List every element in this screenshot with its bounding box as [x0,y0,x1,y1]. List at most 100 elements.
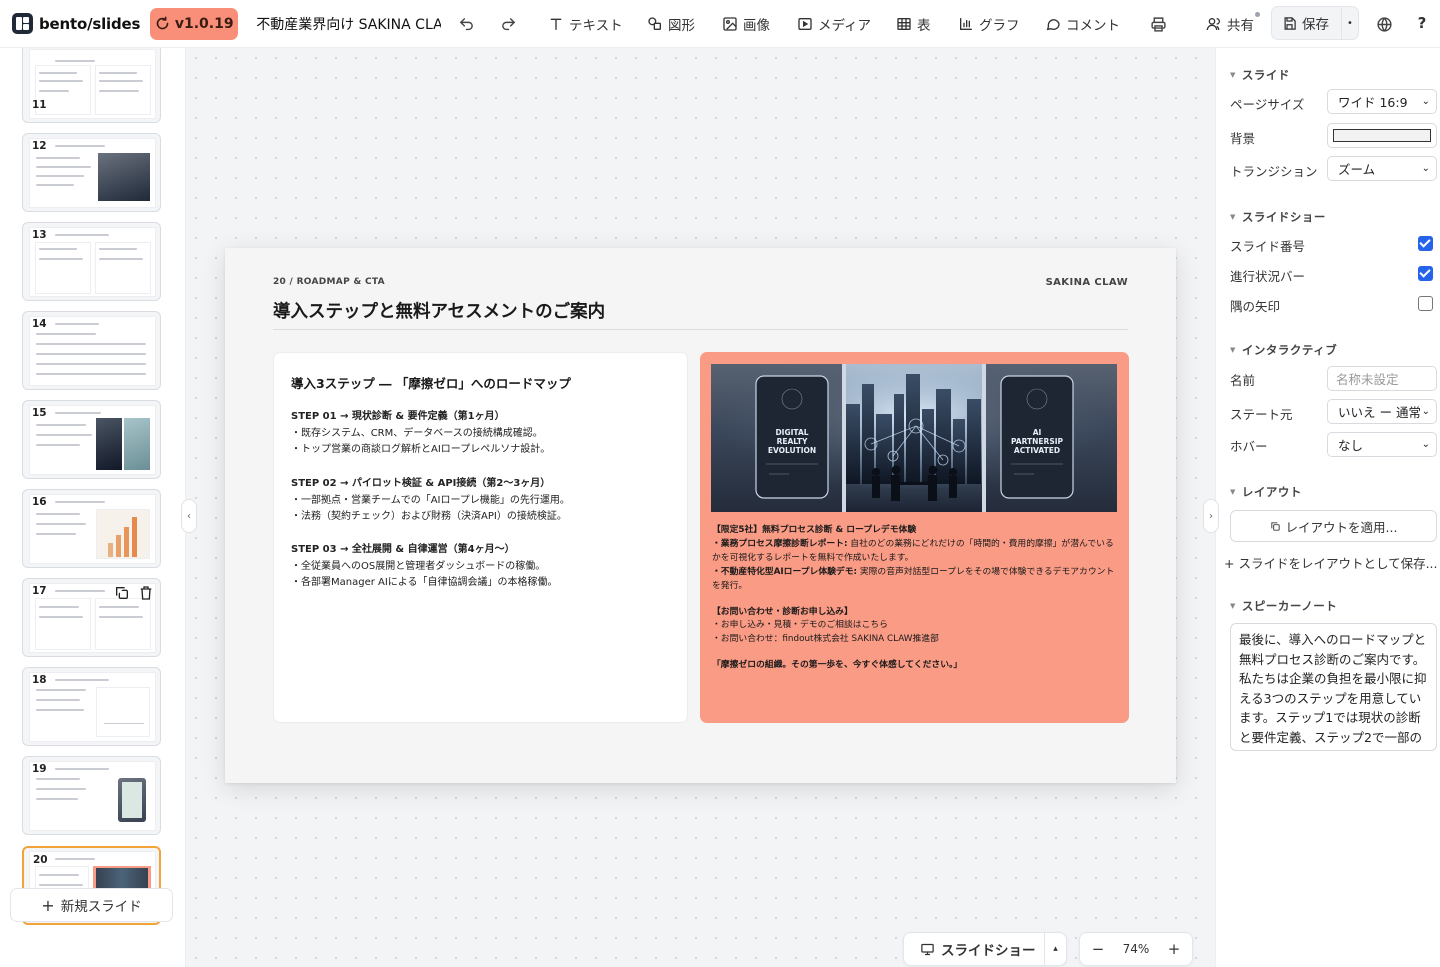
slide-canvas[interactable]: 20 / ROADMAP & CTA SAKINA CLAW 導入ステップと無料… [225,248,1176,783]
transition-label: トランジション [1230,164,1318,179]
comment-tool-button[interactable]: コメント [1045,12,1120,36]
slide-thumbnail[interactable]: 15 [22,400,161,479]
slide-thumbnail[interactable]: 12 [22,133,161,212]
slideshow-button-group: スライドショー ▴ [903,932,1067,966]
presentation-icon [921,943,934,955]
new-slide-button[interactable]: + 新規スライド [10,888,173,922]
layout-section-header[interactable]: ▼ レイアウト [1230,484,1302,500]
cta-card[interactable]: DIGITAL REALTY EVOLUTION AI PARTNERSIP A… [700,352,1129,723]
thumbnail-preview [29,49,156,119]
slide-number-checkbox[interactable] [1418,236,1433,251]
logo-text: bento/slides [39,14,141,33]
media-tool-button[interactable]: メディア [797,12,871,36]
duplicate-icon[interactable] [114,585,130,601]
slide-thumbnail[interactable]: 17 [22,578,161,657]
zoom-in-button[interactable]: + [1166,940,1182,958]
slide-thumbnail[interactable]: 18 [22,667,161,746]
undo-icon [459,17,473,30]
trash-icon[interactable] [138,585,154,601]
version-button[interactable]: v1.0.19 [150,7,239,40]
shapes-icon [648,17,661,30]
chevron-down-icon: ⌄ [1421,406,1430,417]
offer-item: ・業務プロセス摩擦診断レポート: 自社のどの業務にどれだけの「時間的・費用的摩擦… [712,538,1114,563]
step-heading: STEP 01 → 現状診断 & 要件定義（第1ヶ月） [291,411,505,422]
thumbnail-preview [29,138,156,208]
interactive-section-header[interactable]: ▼ インタラクティブ [1230,342,1337,358]
app-logo[interactable]: bento/slides [12,10,140,38]
thumbnail-number: 18 [32,674,47,686]
collapse-caret-icon: ▼ [1230,602,1236,610]
save-icon [1284,16,1296,30]
collapse-left-panel-button[interactable]: ‹ [181,499,197,533]
print-button[interactable] [1148,14,1168,34]
save-button[interactable]: 保存 [1272,7,1342,39]
slide-thumbnail[interactable]: 14 [22,311,161,390]
undo-button[interactable] [456,14,476,34]
right-panel-text: AI [1033,428,1042,437]
speaker-notes-textarea[interactable]: 最後に、導入へのロードマップと無料プロセス診断のご案内です。私たちは企業の負担を… [1230,623,1437,751]
chevron-down-icon: ⌄ [1421,96,1430,107]
share-indicator-dot [1255,12,1260,17]
thumbnail-preview [29,672,156,742]
slideshow-button[interactable]: スライドショー [904,933,1045,965]
table-tool-label: 表 [917,18,931,34]
zoom-level[interactable]: 74% [1123,942,1150,956]
roadmap-step: STEP 01 → 現状診断 & 要件定義（第1ヶ月） ・既存システム、CRM、… [291,409,681,459]
text-tool-button[interactable]: テキスト [548,12,623,36]
left-panel-text: EVOLUTION [768,446,816,455]
shape-tool-button[interactable]: 図形 [647,12,695,36]
slide-title[interactable]: 導入ステップと無料アセスメントのご案内 [273,298,605,323]
corner-arrow-checkbox[interactable] [1418,296,1433,311]
slideshow-section-header[interactable]: ▼ スライドショー [1230,209,1326,225]
transition-select[interactable]: ズーム ⌄ [1327,156,1437,181]
new-slide-label: 新規スライド [60,899,142,915]
collapse-caret-icon: ▼ [1230,213,1236,221]
share-button[interactable]: 共有 [1206,12,1254,36]
digital-city-handshake-image[interactable]: DIGITAL REALTY EVOLUTION AI PARTNERSIP A… [711,364,1117,512]
name-input[interactable]: 名称未設定 [1327,366,1437,391]
apply-layout-button[interactable]: レイアウトを適用... [1230,510,1437,542]
logo-icon [12,13,33,34]
hover-label: ホバー [1230,439,1268,454]
page-size-select[interactable]: ワイド 16:9 ⌄ [1327,89,1437,114]
state-select[interactable]: いいえ ー 通常 ⌄ [1327,399,1437,424]
slide-section-header[interactable]: ▼ スライド [1230,67,1290,83]
hover-select[interactable]: なし ⌄ [1327,432,1437,457]
language-button[interactable] [1374,14,1394,34]
media-icon [798,18,812,30]
slideshow-options-dropdown[interactable]: ▴ [1045,944,1066,954]
progress-bar-checkbox[interactable] [1418,266,1433,281]
image-tool-button[interactable]: 画像 [722,12,770,36]
contact-line: ・お問い合わせ：findout株式会社 SAKINA CLAW推進部 [712,634,939,645]
slide-thumbnail[interactable]: 13 [22,222,161,301]
right-panel-text: PARTNERSIP [1011,437,1064,446]
save-options-dropdown[interactable]: • [1342,18,1358,29]
chart-tool-button[interactable]: グラフ [958,12,1020,36]
save-as-layout-button[interactable]: + スライドをレイアウトとして保存... [1224,553,1438,572]
zoom-out-button[interactable]: − [1090,940,1106,958]
step-line: ・一部拠点・営業チームでの「AIロープレ機能」の先行運用。 [291,494,570,506]
speaker-notes-section-header[interactable]: ▼ スピーカーノート [1230,598,1337,614]
thumbnail-preview [29,227,156,297]
offer-item: ・不動産特化型AIロープレ体験デモ: 実際の音声対話型ロープレをその場で体験でき… [712,566,1115,591]
table-icon [897,18,911,30]
table-tool-button[interactable]: 表 [896,12,931,36]
slide-thumbnail[interactable]: 19 [22,756,161,835]
thumbnail-number: 19 [32,763,47,775]
help-button[interactable]: ? [1412,13,1432,33]
slide-thumbnail[interactable]: 16 [22,489,161,568]
zoom-control: − 74% + [1079,932,1193,966]
save-button-group: 保存 • [1271,6,1359,40]
save-label: 保存 [1302,17,1329,33]
slide-thumbnail[interactable]: 11 [22,48,161,123]
left-panel-text: DIGITAL [775,428,808,437]
shape-tool-label: 図形 [668,18,695,34]
background-color-picker[interactable] [1327,123,1437,148]
roadmap-card[interactable]: 導入3ステップ ― 「摩擦ゼロ」へのロードマップ STEP 01 → 現状診断 … [273,352,688,723]
collapse-right-panel-button[interactable]: › [1203,499,1219,533]
document-title[interactable]: 不動産業界向け SAKINA CLAW [256,14,441,34]
editor-canvas[interactable]: 20 / ROADMAP & CTA SAKINA CLAW 導入ステップと無料… [186,48,1215,967]
text-tool-label: テキスト [569,18,623,34]
redo-button[interactable] [498,14,518,34]
media-tool-label: メディア [818,18,872,34]
